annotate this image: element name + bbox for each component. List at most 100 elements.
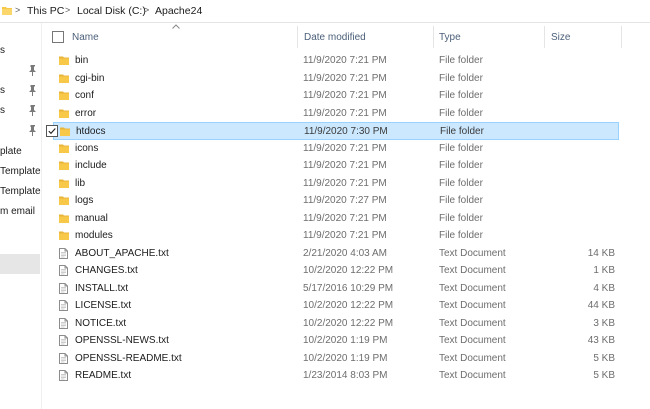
file-type: Text Document	[439, 370, 506, 381]
column-divider[interactable]	[621, 26, 622, 48]
file-name: htdocs	[76, 126, 106, 137]
nav-item-7[interactable]: Template	[0, 184, 41, 202]
file-row[interactable]: bin 11/9/2020 7:21 PM File folder	[53, 52, 619, 70]
file-name: lib	[75, 177, 86, 189]
folder-icon	[59, 195, 69, 208]
text-file-icon	[59, 247, 68, 262]
file-date-modified: 11/9/2020 7:21 PM	[303, 90, 387, 101]
file-type: File folder	[439, 107, 483, 119]
select-all-checkbox[interactable]	[52, 31, 64, 43]
file-row[interactable]: INSTALL.txt 5/17/2016 10:29 PM Text Docume…	[53, 280, 619, 298]
chevron-right-icon[interactable]: >	[15, 5, 20, 15]
file-list[interactable]: bin 11/9/2020 7:21 PM File folder cgi-bin 11…	[41, 52, 650, 409]
file-row[interactable]: lib 11/9/2020 7:21 PM File folder	[53, 175, 619, 193]
file-name: include	[75, 160, 107, 171]
file-row[interactable]: OPENSSL-README.txt 10/2/2020 1:19 PM Text …	[53, 350, 619, 368]
pin-icon[interactable]	[28, 125, 37, 136]
column-header-row: Name Date modified Type Size	[41, 24, 650, 50]
file-row[interactable]: CHANGES.txt 10/2/2020 12:22 PM Text Docume…	[53, 262, 619, 280]
file-row[interactable]: modules 11/9/2020 7:21 PM File folder	[53, 227, 619, 245]
file-type: Text Document	[439, 352, 506, 364]
address-breadcrumb-bar[interactable]: > This PC > Local Disk (C:) > Apache24	[0, 0, 650, 23]
folder-icon	[59, 108, 69, 121]
file-date-modified: 11/9/2020 7:21 PM	[303, 177, 387, 189]
nav-item-8[interactable]: m email	[0, 204, 41, 222]
file-name: modules	[75, 230, 113, 241]
file-row[interactable]: logs 11/9/2020 7:27 PM File folder	[53, 192, 619, 210]
nav-item-4[interactable]	[0, 123, 41, 141]
column-header-date-modified[interactable]: Date modified	[304, 32, 366, 43]
file-type: Text Document	[439, 265, 506, 276]
file-row[interactable]: README.txt 1/23/2014 8:03 PM Text Document…	[53, 367, 619, 385]
file-date-modified: 10/2/2020 12:22 PM	[303, 265, 394, 276]
nav-item-label: s	[0, 85, 5, 96]
nav-item-1[interactable]	[0, 63, 41, 81]
file-row[interactable]: OPENSSL-NEWS.txt 10/2/2020 1:19 PM Text Do…	[53, 332, 619, 350]
file-row[interactable]: cgi-bin 11/9/2020 7:21 PM File folder	[53, 70, 619, 88]
nav-item-label: s	[0, 105, 5, 116]
column-divider[interactable]	[544, 26, 545, 48]
file-type: File folder	[439, 195, 483, 206]
file-row[interactable]: icons 11/9/2020 7:21 PM File folder	[53, 140, 619, 158]
folder-icon	[59, 160, 69, 173]
file-date-modified: 11/9/2020 7:30 PM	[304, 126, 388, 137]
file-type: File folder	[439, 142, 483, 154]
breadcrumb-apache24[interactable]: Apache24	[155, 5, 202, 17]
file-type: File folder	[440, 126, 484, 137]
column-header-type[interactable]: Type	[439, 32, 461, 43]
pin-icon[interactable]	[28, 85, 37, 96]
file-size: 43 KB	[587, 335, 615, 346]
file-type: File folder	[439, 55, 483, 66]
nav-item-2[interactable]: s	[0, 83, 41, 101]
chevron-right-icon[interactable]: >	[65, 5, 70, 15]
nav-item-5[interactable]: plate	[0, 144, 41, 162]
file-name: error	[75, 107, 97, 119]
file-name: NOTICE.txt	[75, 317, 127, 329]
file-name: ABOUT_APACHE.txt	[75, 247, 169, 259]
nav-selected-item[interactable]	[0, 254, 40, 274]
file-size: 44 KB	[587, 300, 615, 311]
pin-icon[interactable]	[28, 105, 37, 116]
row-checkbox[interactable]	[46, 125, 58, 137]
folder-icon	[60, 126, 70, 139]
file-row[interactable]: NOTICE.txt 10/2/2020 12:22 PM Text Documen…	[53, 315, 619, 333]
navigation-pane[interactable]: s s s plate Template Template m email	[0, 23, 42, 409]
file-date-modified: 11/9/2020 7:21 PM	[303, 107, 387, 119]
file-row[interactable]: include 11/9/2020 7:21 PM File folder	[53, 157, 619, 175]
text-file-icon	[59, 282, 68, 297]
column-divider[interactable]	[433, 26, 434, 48]
file-date-modified: 11/9/2020 7:21 PM	[303, 212, 387, 224]
folder-icon	[59, 55, 69, 68]
file-date-modified: 10/2/2020 12:22 PM	[303, 300, 394, 311]
file-date-modified: 11/9/2020 7:21 PM	[303, 55, 387, 66]
file-size: 3 KB	[593, 317, 615, 329]
nav-item-6[interactable]: Template	[0, 164, 41, 182]
column-header-size[interactable]: Size	[551, 32, 570, 43]
nav-item-0[interactable]: s	[0, 43, 41, 61]
breadcrumb-local-disk[interactable]: Local Disk (C:)	[77, 5, 146, 17]
breadcrumb-this-pc[interactable]: This PC	[27, 5, 64, 17]
file-row[interactable]: ABOUT_APACHE.txt 2/21/2020 4:03 AM Text Do…	[53, 245, 619, 263]
file-row[interactable]: conf 11/9/2020 7:21 PM File folder	[53, 87, 619, 105]
column-divider[interactable]	[297, 26, 298, 48]
file-size: 14 KB	[587, 247, 615, 259]
nav-item-label: s	[0, 45, 5, 56]
column-header-name[interactable]: Name	[72, 32, 99, 43]
file-name: logs	[75, 195, 94, 206]
file-date-modified: 10/2/2020 1:19 PM	[303, 352, 388, 364]
file-row[interactable]: manual 11/9/2020 7:21 PM File folder	[53, 210, 619, 228]
nav-item-3[interactable]: s	[0, 103, 41, 121]
chevron-right-icon[interactable]: >	[144, 5, 149, 15]
file-row[interactable]: LICENSE.txt 10/2/2020 12:22 PM Text Docume…	[53, 297, 619, 315]
nav-item-label: plate	[0, 146, 22, 157]
file-size: 5 KB	[593, 370, 615, 381]
file-row[interactable]: htdocs 11/9/2020 7:30 PM File folder	[46, 122, 619, 140]
file-name: LICENSE.txt	[75, 300, 132, 311]
pin-icon[interactable]	[28, 65, 37, 76]
file-name: OPENSSL-NEWS.txt	[75, 335, 169, 346]
folder-icon	[59, 90, 69, 103]
sort-up-icon	[172, 24, 180, 29]
file-type: Text Document	[439, 282, 506, 294]
file-type: Text Document	[439, 335, 506, 346]
file-row[interactable]: error 11/9/2020 7:21 PM File folder	[53, 105, 619, 123]
